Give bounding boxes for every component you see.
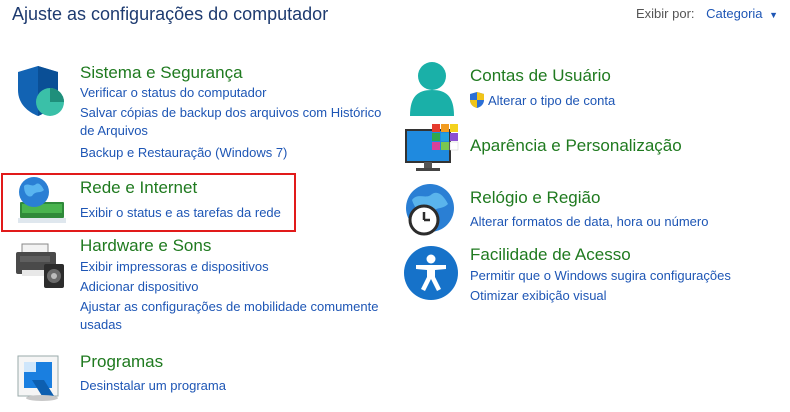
link-check-computer-status[interactable]: Verificar o status do computador: [80, 84, 266, 102]
highlight-box: [1, 173, 296, 232]
heading-system-security[interactable]: Sistema e Segurança: [80, 63, 243, 83]
shield-icon: [18, 66, 64, 116]
link-mobility-settings-cont[interactable]: usadas: [80, 316, 122, 334]
heading-ease-of-access[interactable]: Facilidade de Acesso: [470, 245, 631, 265]
link-backup-restore[interactable]: Backup e Restauração (Windows 7): [80, 144, 287, 162]
heading-clock-region[interactable]: Relógio e Região: [470, 188, 600, 208]
link-file-history-backup[interactable]: Salvar cópias de backup dos arquivos com…: [80, 104, 381, 122]
accessibility-icon: [404, 246, 458, 300]
heading-appearance[interactable]: Aparência e Personalização: [470, 136, 682, 156]
heading-user-accounts[interactable]: Contas de Usuário: [470, 66, 611, 86]
link-date-time-formats[interactable]: Alterar formatos de data, hora ou número: [470, 213, 708, 231]
clock-globe-icon: [406, 184, 454, 236]
chevron-down-icon[interactable]: ▼: [769, 10, 778, 20]
page-title: Ajuste as configurações do computador: [12, 4, 329, 24]
link-add-device[interactable]: Adicionar dispositivo: [80, 278, 199, 296]
view-by: Exibir por: Categoria ▼: [636, 6, 778, 21]
link-uninstall-program[interactable]: Desinstalar um programa: [80, 377, 226, 395]
link-mobility-settings[interactable]: Ajustar as configurações de mobilidade c…: [80, 298, 378, 316]
heading-programs[interactable]: Programas: [80, 352, 163, 372]
link-change-account-type[interactable]: Alterar o tipo de conta: [488, 92, 615, 110]
printer-icon: [16, 243, 64, 288]
programs-icon: [17, 355, 59, 401]
link-windows-suggest-settings[interactable]: Permitir que o Windows sugira configuraç…: [470, 267, 731, 285]
monitor-palette-icon: [405, 124, 459, 171]
uac-shield-icon: [470, 92, 484, 108]
heading-hardware-sound[interactable]: Hardware e Sons: [80, 236, 211, 256]
link-optimize-visual-display[interactable]: Otimizar exibição visual: [470, 287, 607, 305]
user-icon: [410, 62, 454, 116]
view-by-label: Exibir por:: [636, 6, 695, 21]
link-view-printers-devices[interactable]: Exibir impressoras e dispositivos: [80, 258, 269, 276]
view-by-dropdown[interactable]: Categoria: [706, 6, 762, 21]
link-file-history-backup-cont[interactable]: de Arquivos: [80, 122, 148, 140]
